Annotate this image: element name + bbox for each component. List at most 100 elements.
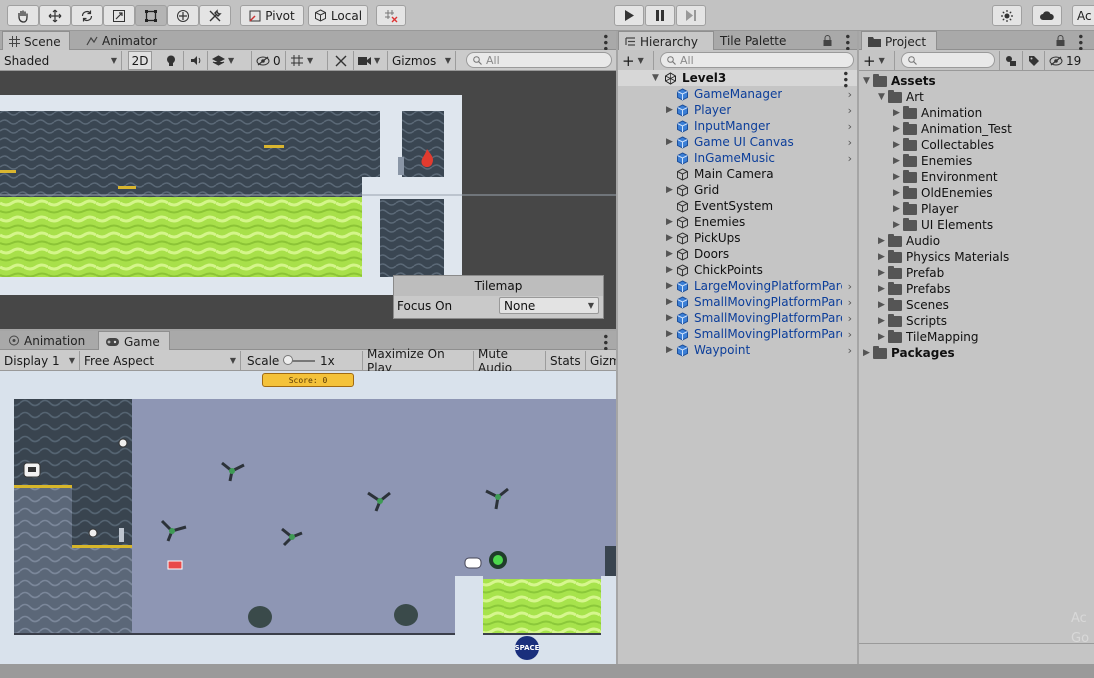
project-folder-row[interactable]: ▼ Assets [859,73,1094,89]
hierarchy-item[interactable]: InGameMusic › [618,150,857,166]
hierarchy-item[interactable]: ▶ Grid [618,182,857,198]
collapsed-arrow-icon[interactable]: ▶ [878,284,888,294]
scene-viewport[interactable]: Tilemap Focus On None ▼ [0,71,616,329]
collapsed-arrow-icon[interactable]: ▶ [893,156,903,166]
filter-by-label-button[interactable] [1023,51,1045,70]
game-gizmos-toggle[interactable]: Gizm [586,351,616,370]
collapsed-arrow-icon[interactable]: ▶ [893,140,903,150]
grid-snap-button[interactable] [376,5,406,26]
project-folder-row[interactable]: ▶ Scripts [859,313,1094,329]
account-button[interactable]: Ac [1072,5,1094,26]
tab-hierarchy[interactable]: Hierarchy [618,31,714,51]
hierarchy-item[interactable]: ▶ PickUps [618,230,857,246]
project-folder-row[interactable]: ▶ Enemies [859,153,1094,169]
collapsed-arrow-icon[interactable]: ▶ [878,316,888,326]
project-folder-row[interactable]: ▶ Physics Materials [859,249,1094,265]
hierarchy-item[interactable]: ▶ Waypoint › [618,342,857,358]
mute-audio-toggle[interactable]: Mute Audio [474,347,546,375]
project-folder-row[interactable]: ▶ Prefabs [859,281,1094,297]
local-toggle-button[interactable]: Local [308,5,368,26]
transform-tool-button[interactable] [167,5,199,26]
game-viewport[interactable]: SPACE Score: 0 [0,371,616,664]
pivot-toggle-button[interactable]: Pivot [240,5,304,26]
maximize-on-play-toggle[interactable]: Maximize On Play [362,347,474,375]
expanded-arrow-icon[interactable]: ▼ [878,92,888,102]
hierarchy-item[interactable]: InputManger › [618,118,857,134]
collapsed-arrow-icon[interactable]: ▶ [878,236,888,246]
collapsed-arrow-icon[interactable]: ▶ [666,265,676,275]
hierarchy-item[interactable]: Main Camera [618,166,857,182]
open-prefab-chevron-icon[interactable]: › [848,344,852,357]
hierarchy-item[interactable]: ▶ LargeMovingPlatformPare › [618,278,857,294]
collapsed-arrow-icon[interactable]: ▶ [878,300,888,310]
project-folder-row[interactable]: ▶ Collectables [859,137,1094,153]
collapsed-arrow-icon[interactable]: ▶ [666,105,676,115]
scene-menu-icon[interactable]: ••• [598,33,612,51]
hierarchy-item[interactable]: ▶ Doors [618,246,857,262]
collapsed-arrow-icon[interactable]: ▶ [666,345,676,355]
expanded-arrow-icon[interactable]: ▼ [863,76,873,86]
project-search-input[interactable] [901,52,995,68]
audio-toggle[interactable] [184,51,208,70]
collapsed-arrow-icon[interactable]: ▶ [666,233,676,243]
open-prefab-chevron-icon[interactable]: › [848,328,852,341]
collapsed-arrow-icon[interactable]: ▶ [893,108,903,118]
shading-mode-dropdown[interactable]: Shaded ▼ [0,51,122,70]
hierarchy-item[interactable]: ▶ SmallMovingPlatformPare › [618,326,857,342]
collapsed-arrow-icon[interactable]: ▶ [893,172,903,182]
project-folder-row[interactable]: ▶ Animation [859,105,1094,121]
project-folder-row[interactable]: ▶ Animation_Test [859,121,1094,137]
project-folder-row[interactable]: ▶ OldEnemies [859,185,1094,201]
project-folder-row[interactable]: ▶ Packages [859,345,1094,361]
open-prefab-chevron-icon[interactable]: › [848,152,852,165]
tab-animation[interactable]: Animation [2,331,91,350]
open-prefab-chevron-icon[interactable]: › [848,120,852,133]
gizmos-dropdown[interactable]: Gizmos ▼ [388,51,456,70]
lock-icon[interactable] [1056,35,1065,46]
hierarchy-item[interactable]: EventSystem [618,198,857,214]
hierarchy-item[interactable]: ▶ ChickPoints [618,262,857,278]
project-menu-icon[interactable]: ••• [1073,33,1087,51]
collapsed-arrow-icon[interactable]: ▶ [666,185,676,195]
cloud-button[interactable] [1032,5,1062,26]
open-prefab-chevron-icon[interactable]: › [848,88,852,101]
tab-game[interactable]: Game [98,331,170,351]
hierarchy-item[interactable]: ▶ SmallMovingPlatformPare › [618,294,857,310]
hidden-objects-counter[interactable]: 0 [252,51,286,70]
project-folder-row[interactable]: ▶ Environment [859,169,1094,185]
scene-grid-dropdown[interactable]: ▼ [286,51,328,70]
project-folder-row[interactable]: ▶ UI Elements [859,217,1094,233]
project-create-dropdown[interactable]: + ▼ [859,51,895,70]
scene-search-input[interactable]: All [466,52,612,68]
project-hidden-counter[interactable]: 19 [1045,51,1089,70]
game-menu-icon[interactable]: ••• [598,333,612,351]
collapsed-arrow-icon[interactable]: ▶ [666,217,676,227]
rotate-tool-button[interactable] [71,5,103,26]
scene-root-row[interactable]: ▼ Level3 ••• [618,70,857,88]
open-prefab-chevron-icon[interactable]: › [848,312,852,325]
open-prefab-chevron-icon[interactable]: › [848,136,852,149]
collapsed-arrow-icon[interactable]: ▶ [878,252,888,262]
collapsed-arrow-icon[interactable]: ▶ [666,329,676,339]
collapsed-arrow-icon[interactable]: ▶ [666,313,676,323]
project-folder-row[interactable]: ▶ Scenes [859,297,1094,313]
project-folder-row[interactable]: ▶ Audio [859,233,1094,249]
open-prefab-chevron-icon[interactable]: › [848,104,852,117]
collapsed-arrow-icon[interactable]: ▶ [666,297,676,307]
lock-icon[interactable] [823,35,832,46]
tab-project[interactable]: Project [861,31,937,51]
hierarchy-item[interactable]: ▶ Enemies [618,214,857,230]
collapsed-arrow-icon[interactable]: ▶ [878,268,888,278]
collapsed-arrow-icon[interactable]: ▶ [863,348,873,358]
camera-dropdown[interactable]: ▼ [354,51,388,70]
custom-tool-button[interactable] [199,5,231,26]
hierarchy-create-dropdown[interactable]: + ▼ [618,51,654,70]
filter-by-type-button[interactable] [999,51,1023,70]
effects-dropdown[interactable]: ▼ [208,51,252,70]
hierarchy-menu-icon[interactable]: ••• [840,33,854,51]
hand-tool-button[interactable] [7,5,39,26]
collapsed-arrow-icon[interactable]: ▶ [893,204,903,214]
hierarchy-item[interactable]: ▶ Game UI Canvas › [618,134,857,150]
collapsed-arrow-icon[interactable]: ▶ [893,124,903,134]
project-folder-row[interactable]: ▶ Prefab [859,265,1094,281]
